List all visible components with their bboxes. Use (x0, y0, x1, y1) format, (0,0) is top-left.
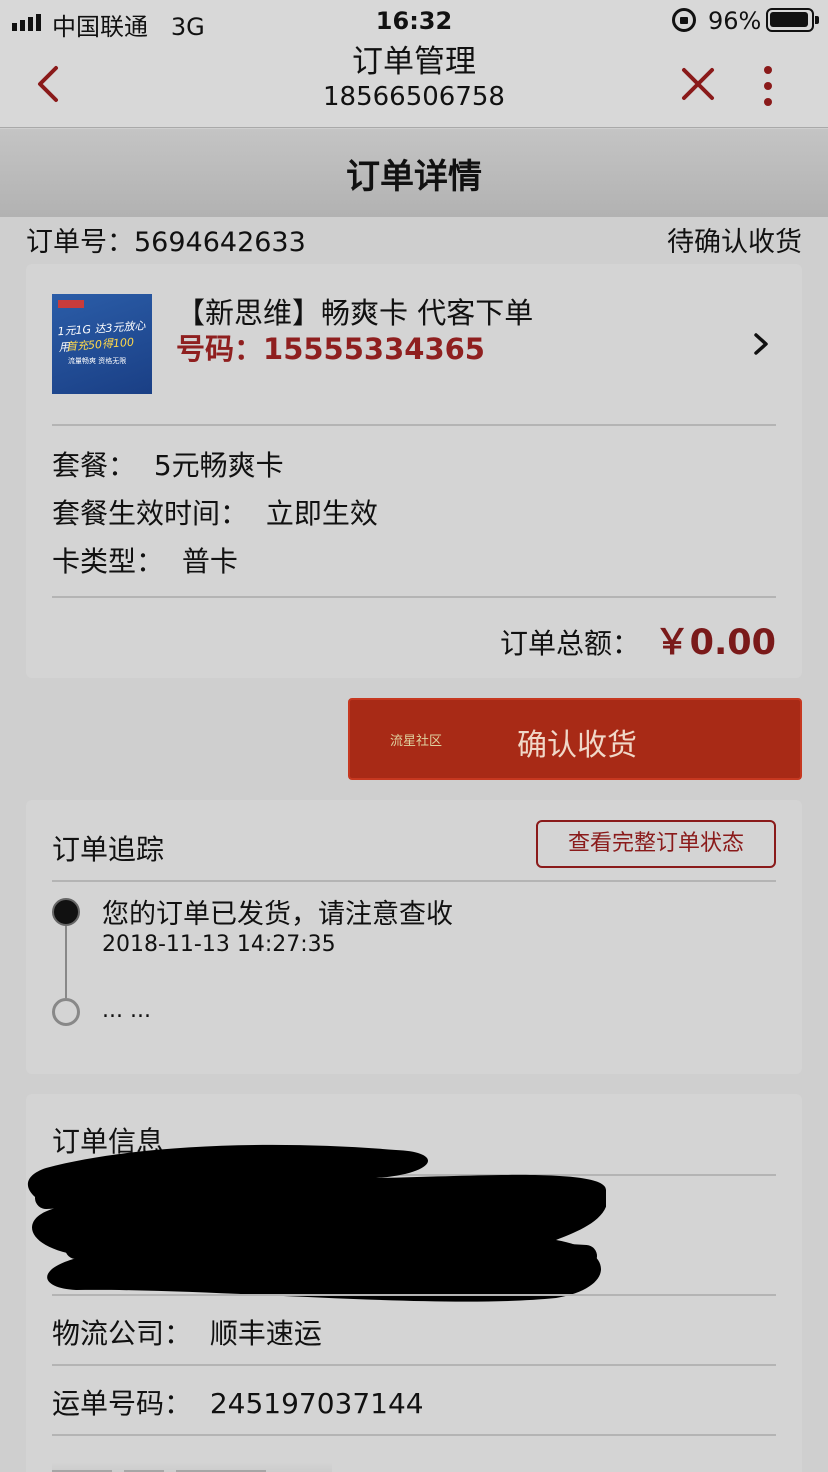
battery-percent: 96% (708, 7, 762, 35)
timeline-dot-icon (52, 998, 80, 1026)
clipped-row (52, 1462, 332, 1472)
total-value: ￥0.00 (654, 623, 776, 663)
card-type-label: 卡类型： (52, 545, 165, 578)
tracking-title: 订单追踪 (52, 833, 165, 866)
more-menu-button[interactable] (752, 62, 784, 110)
order-number-row: 订单号：5694642633 待确认收货 (26, 220, 802, 260)
close-button[interactable] (678, 64, 718, 104)
divider (52, 596, 776, 598)
chevron-right-icon[interactable] (750, 330, 772, 358)
divider (52, 880, 776, 882)
divider (52, 1294, 776, 1296)
plan-value: 5元畅爽卡 (153, 449, 284, 482)
waybill-row: 运单号码： 245197037144 (52, 1382, 424, 1422)
order-number: 5694642633 (134, 227, 306, 258)
nav-bar: 订单管理 18566506758 (0, 44, 828, 128)
waybill-label: 运单号码： (52, 1387, 193, 1420)
order-status: 待确认收货 (667, 227, 802, 258)
card-type-value: 普卡 (181, 545, 238, 578)
timeline-dot-active-icon (52, 898, 80, 926)
timeline-line (65, 926, 67, 998)
section-header: 订单详情 (0, 129, 828, 217)
phone-number: 号码：15555334365 (176, 332, 485, 366)
tracking-event-time: 2018-11-13 14:27:35 (102, 932, 336, 957)
status-bar: 中国联通 3G 16:32 96% (0, 0, 828, 44)
rotation-lock-icon (672, 8, 696, 32)
divider (52, 1434, 776, 1436)
view-full-status-button[interactable]: 查看完整订单状态 (536, 820, 776, 868)
waybill-number: 245197037144 (209, 1387, 424, 1420)
battery-icon (766, 8, 819, 32)
product-card[interactable]: 1元1G 达3元放心用 首充50得100 流量畅爽 资格无限 【新思维】畅爽卡 … (26, 264, 802, 678)
logistics-company-label: 物流公司： (52, 1317, 193, 1350)
logistics-company-value: 顺丰速运 (209, 1317, 322, 1350)
redaction-scribble (27, 1144, 606, 1302)
confirm-receipt-button[interactable]: 流星社区 确认收货 (348, 698, 802, 780)
confirm-receipt-label: 确认收货 (517, 728, 637, 763)
card-type-row: 卡类型： 普卡 (52, 540, 238, 580)
product-image: 1元1G 达3元放心用 首充50得100 流量畅爽 资格无限 (52, 294, 152, 394)
clock: 16:32 (375, 7, 453, 35)
divider (52, 1364, 776, 1366)
total-label: 订单总额： (499, 627, 640, 660)
brand-logo-icon (58, 300, 84, 308)
logistics-company-row: 物流公司： 顺丰速运 (52, 1312, 322, 1352)
plan-label: 套餐： (52, 449, 137, 482)
order-number-label: 订单号： (26, 227, 134, 258)
tracking-event-text: 您的订单已发货，请注意查收 (102, 899, 453, 930)
order-info-card: 订单信息 物流公司： 顺丰速运 运单号码： 245197037144 (26, 1094, 802, 1472)
tracking-card: 订单追踪 查看完整订单状态 您的订单已发货，请注意查收 2018-11-13 1… (26, 800, 802, 1074)
divider (52, 424, 776, 426)
effective-time-row: 套餐生效时间： 立即生效 (52, 492, 378, 532)
effective-time-label: 套餐生效时间： (52, 497, 249, 530)
plan-row: 套餐： 5元畅爽卡 (52, 444, 284, 484)
effective-time-value: 立即生效 (265, 497, 378, 530)
tracking-more: ... ... (102, 998, 151, 1023)
